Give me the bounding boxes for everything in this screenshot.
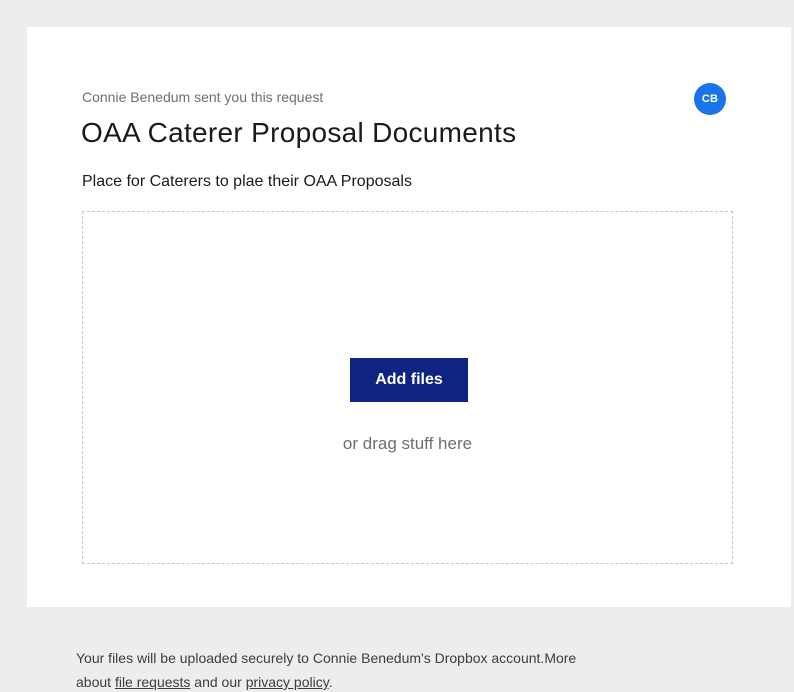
add-files-button[interactable]: Add files: [350, 358, 468, 402]
request-description: Place for Caterers to plae their OAA Pro…: [82, 173, 412, 190]
file-dropzone[interactable]: Add files or drag stuff here: [82, 211, 733, 564]
page-title: OAA Caterer Proposal Documents: [81, 117, 517, 148]
footer-and-text: and our: [190, 674, 246, 690]
footer-note: Your files will be uploaded securely to …: [76, 646, 756, 692]
request-card: Connie Benedum sent you this request CB …: [27, 27, 791, 607]
avatar: CB: [694, 83, 726, 115]
drag-hint-text: or drag stuff here: [342, 434, 473, 453]
page: Connie Benedum sent you this request CB …: [0, 0, 794, 692]
footer-end-text: .: [328, 674, 333, 690]
footer-about-text: about: [76, 674, 115, 690]
privacy-policy-link[interactable]: privacy policy: [246, 674, 329, 690]
footer-line1: Your files will be uploaded securely to …: [76, 650, 577, 666]
file-requests-link[interactable]: file requests: [115, 674, 190, 690]
sender-text: Connie Benedum sent you this request: [82, 89, 324, 105]
